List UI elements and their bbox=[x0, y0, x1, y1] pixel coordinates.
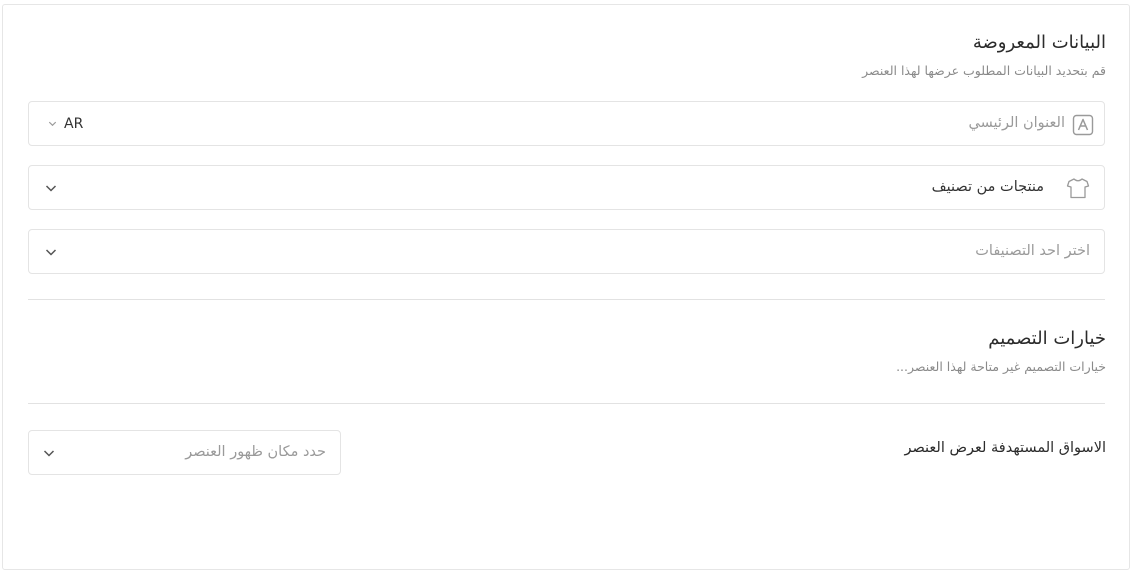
chevron-down-icon bbox=[48, 121, 57, 127]
language-selector[interactable]: AR bbox=[47, 102, 83, 145]
target-markets-select[interactable]: حدد مكان ظهور العنصر bbox=[28, 430, 341, 475]
displayed-data-title: البيانات المعروضة bbox=[972, 32, 1106, 53]
settings-card bbox=[2, 4, 1130, 570]
displayed-data-subtitle: قم بتحديد البيانات المطلوب عرضها لهذا ال… bbox=[862, 63, 1106, 78]
design-options-subtitle: خيارات التصميم غير متاحة لهذا العنصر... bbox=[896, 359, 1106, 374]
target-markets-placeholder: حدد مكان ظهور العنصر bbox=[185, 444, 326, 460]
target-markets-label: الاسواق المستهدفة لعرض العنصر bbox=[904, 440, 1106, 456]
main-title-placeholder: العنوان الرئيسي bbox=[968, 115, 1065, 131]
text-box-a-icon bbox=[1072, 114, 1094, 136]
section-divider bbox=[28, 403, 1105, 404]
design-options-title: خيارات التصميم bbox=[988, 328, 1106, 349]
category-placeholder: اختر احد التصنيفات bbox=[975, 243, 1090, 259]
section-divider bbox=[28, 299, 1105, 300]
chevron-down-icon bbox=[45, 249, 57, 256]
products-source-value: منتجات من تصنيف bbox=[931, 179, 1044, 195]
main-title-field[interactable]: العنوان الرئيسي AR bbox=[28, 101, 1105, 146]
language-code: AR bbox=[64, 115, 84, 132]
category-select[interactable]: اختر احد التصنيفات bbox=[28, 229, 1105, 274]
chevron-down-icon bbox=[43, 450, 55, 457]
chevron-down-icon bbox=[45, 185, 57, 192]
products-source-select[interactable]: منتجات من تصنيف bbox=[28, 165, 1105, 210]
tshirt-icon bbox=[1066, 177, 1090, 199]
